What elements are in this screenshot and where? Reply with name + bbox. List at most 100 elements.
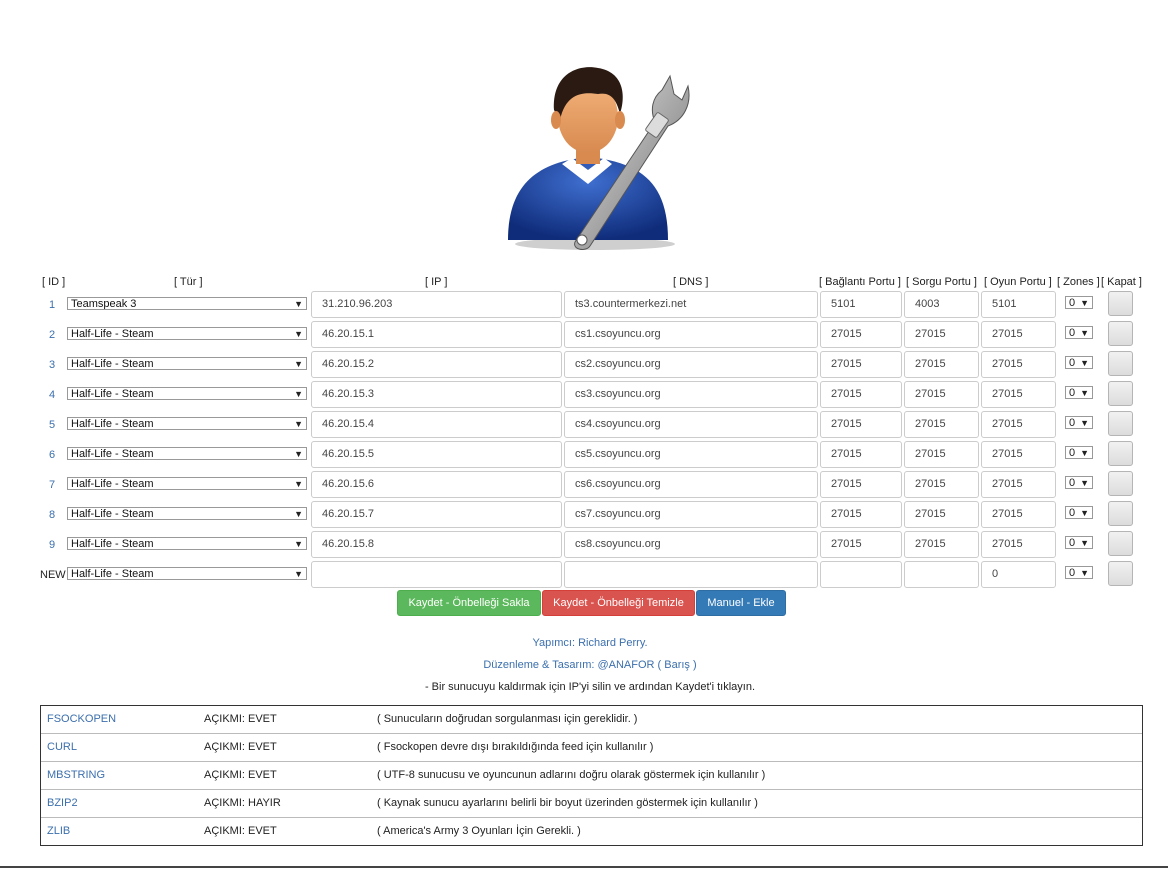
zone-select[interactable]: 0 ▼ bbox=[1065, 446, 1093, 459]
zone-select[interactable]: 0 ▼ bbox=[1065, 326, 1093, 339]
zone-select[interactable]: 0 ▼ bbox=[1065, 296, 1093, 309]
query-port-input[interactable]: 27015 bbox=[904, 321, 979, 348]
server-dns-input[interactable]: ts3.countermerkezi.net bbox=[564, 291, 818, 318]
close-checkbox[interactable] bbox=[1108, 321, 1133, 346]
server-dns-input[interactable]: cs1.csoyuncu.org bbox=[564, 321, 818, 348]
requirement-name[interactable]: FSOCKOPEN bbox=[47, 713, 116, 725]
server-type-select[interactable]: Half-Life - Steam ▼ bbox=[67, 477, 307, 490]
requirement-name[interactable]: BZIP2 bbox=[47, 797, 78, 809]
header-id: [ ID ] bbox=[42, 276, 66, 288]
zone-value: 0 bbox=[1069, 327, 1076, 339]
server-dns-input[interactable]: cs2.csoyuncu.org bbox=[564, 351, 818, 378]
server-ip-input[interactable]: 46.20.15.5 bbox=[311, 441, 562, 468]
new-conn-port-input[interactable] bbox=[820, 561, 902, 588]
server-dns-input[interactable]: cs6.csoyuncu.org bbox=[564, 471, 818, 498]
save-clear-cache-button[interactable]: Kaydet - Önbelleği Temizle bbox=[542, 590, 695, 616]
game-port-input[interactable]: 27015 bbox=[981, 381, 1056, 408]
zone-select[interactable]: 0 ▼ bbox=[1065, 386, 1093, 399]
conn-port-input[interactable]: 27015 bbox=[820, 471, 902, 498]
server-type-select[interactable]: Half-Life - Steam ▼ bbox=[67, 447, 307, 460]
query-port-input[interactable]: 27015 bbox=[904, 471, 979, 498]
close-checkbox[interactable] bbox=[1108, 471, 1133, 496]
close-checkbox[interactable] bbox=[1108, 291, 1133, 316]
zone-select[interactable]: 0 ▼ bbox=[1065, 356, 1093, 369]
query-port-input[interactable]: 27015 bbox=[904, 441, 979, 468]
server-type-select[interactable]: Half-Life - Steam ▼ bbox=[67, 537, 307, 550]
server-ip-input[interactable]: 46.20.15.3 bbox=[311, 381, 562, 408]
zone-value: 0 bbox=[1069, 417, 1076, 429]
server-dns-input[interactable]: cs3.csoyuncu.org bbox=[564, 381, 818, 408]
close-checkbox[interactable] bbox=[1108, 411, 1133, 436]
query-port-input[interactable]: 4003 bbox=[904, 291, 979, 318]
conn-port-input[interactable]: 5101 bbox=[820, 291, 902, 318]
query-port-input[interactable]: 27015 bbox=[904, 501, 979, 528]
new-query-port-input[interactable] bbox=[904, 561, 979, 588]
author-credit[interactable]: Yapımcı: Richard Perry. bbox=[0, 637, 1168, 649]
server-type-select[interactable]: Half-Life - Steam ▼ bbox=[67, 357, 307, 370]
query-port-input[interactable]: 27015 bbox=[904, 531, 979, 558]
server-dns-input[interactable]: cs7.csoyuncu.org bbox=[564, 501, 818, 528]
close-checkbox[interactable] bbox=[1108, 441, 1133, 466]
query-port-input[interactable]: 27015 bbox=[904, 351, 979, 378]
server-id: 2 bbox=[48, 329, 56, 341]
table-row: CURL AÇIKMI: EVET ( Fsockopen devre dışı… bbox=[41, 734, 1142, 762]
design-credit[interactable]: Düzenleme & Tasarım: @ANAFOR ( Barış ) bbox=[0, 659, 1168, 671]
server-type-select[interactable]: Teamspeak 3 ▼ bbox=[67, 297, 307, 310]
save-keep-cache-button[interactable]: Kaydet - Önbelleği Sakla bbox=[397, 590, 541, 616]
query-port-input[interactable]: 27015 bbox=[904, 381, 979, 408]
dropdown-arrow-icon: ▼ bbox=[294, 449, 303, 459]
game-port-input[interactable]: 27015 bbox=[981, 501, 1056, 528]
requirement-name[interactable]: ZLIB bbox=[47, 825, 70, 837]
server-type-select[interactable]: Half-Life - Steam ▼ bbox=[67, 387, 307, 400]
game-port-input[interactable]: 27015 bbox=[981, 351, 1056, 378]
query-port-input[interactable]: 27015 bbox=[904, 411, 979, 438]
close-checkbox[interactable] bbox=[1108, 351, 1133, 376]
conn-port-input[interactable]: 27015 bbox=[820, 411, 902, 438]
conn-port-input[interactable]: 27015 bbox=[820, 321, 902, 348]
game-port-input[interactable]: 27015 bbox=[981, 441, 1056, 468]
server-type-value: Half-Life - Steam bbox=[71, 388, 154, 400]
conn-port-input[interactable]: 27015 bbox=[820, 441, 902, 468]
game-port-input[interactable]: 27015 bbox=[981, 411, 1056, 438]
server-type-select[interactable]: Half-Life - Steam ▼ bbox=[67, 507, 307, 520]
game-port-input[interactable]: 27015 bbox=[981, 531, 1056, 558]
server-dns-input[interactable]: cs4.csoyuncu.org bbox=[564, 411, 818, 438]
close-checkbox[interactable] bbox=[1108, 561, 1133, 586]
new-server-ip-input[interactable] bbox=[311, 561, 562, 588]
zone-select[interactable]: 0 ▼ bbox=[1065, 416, 1093, 429]
server-ip-input[interactable]: 46.20.15.4 bbox=[311, 411, 562, 438]
server-row: 9 Half-Life - Steam ▼ 46.20.15.8 cs8.csoy… bbox=[0, 531, 1168, 561]
close-checkbox[interactable] bbox=[1108, 531, 1133, 556]
server-type-select[interactable]: Half-Life - Steam ▼ bbox=[67, 417, 307, 430]
server-type-value: Half-Life - Steam bbox=[71, 538, 154, 550]
server-ip-input[interactable]: 46.20.15.6 bbox=[311, 471, 562, 498]
manual-add-button[interactable]: Manuel - Ekle bbox=[696, 590, 786, 616]
new-server-type-select[interactable]: Half-Life - Steam ▼ bbox=[67, 567, 307, 580]
zone-select[interactable]: 0 ▼ bbox=[1065, 506, 1093, 519]
new-game-port-input[interactable]: 0 bbox=[981, 561, 1056, 588]
game-port-input[interactable]: 5101 bbox=[981, 291, 1056, 318]
new-zone-select[interactable]: 0 ▼ bbox=[1065, 566, 1093, 579]
server-ip-input[interactable]: 46.20.15.8 bbox=[311, 531, 562, 558]
conn-port-input[interactable]: 27015 bbox=[820, 531, 902, 558]
requirement-name[interactable]: MBSTRING bbox=[47, 769, 105, 781]
requirement-name[interactable]: CURL bbox=[47, 741, 77, 753]
game-port-input[interactable]: 27015 bbox=[981, 321, 1056, 348]
new-server-dns-input[interactable] bbox=[564, 561, 818, 588]
close-checkbox[interactable] bbox=[1108, 381, 1133, 406]
server-ip-input[interactable]: 31.210.96.203 bbox=[311, 291, 562, 318]
server-dns-input[interactable]: cs8.csoyuncu.org bbox=[564, 531, 818, 558]
conn-port-input[interactable]: 27015 bbox=[820, 381, 902, 408]
zone-select[interactable]: 0 ▼ bbox=[1065, 476, 1093, 489]
server-type-select[interactable]: Half-Life - Steam ▼ bbox=[67, 327, 307, 340]
game-port-input[interactable]: 27015 bbox=[981, 471, 1056, 498]
close-checkbox[interactable] bbox=[1108, 501, 1133, 526]
server-ip-input[interactable]: 46.20.15.1 bbox=[311, 321, 562, 348]
conn-port-input[interactable]: 27015 bbox=[820, 351, 902, 378]
server-type-value: Half-Life - Steam bbox=[71, 568, 154, 580]
server-ip-input[interactable]: 46.20.15.7 bbox=[311, 501, 562, 528]
conn-port-input[interactable]: 27015 bbox=[820, 501, 902, 528]
server-dns-input[interactable]: cs5.csoyuncu.org bbox=[564, 441, 818, 468]
zone-select[interactable]: 0 ▼ bbox=[1065, 536, 1093, 549]
server-ip-input[interactable]: 46.20.15.2 bbox=[311, 351, 562, 378]
